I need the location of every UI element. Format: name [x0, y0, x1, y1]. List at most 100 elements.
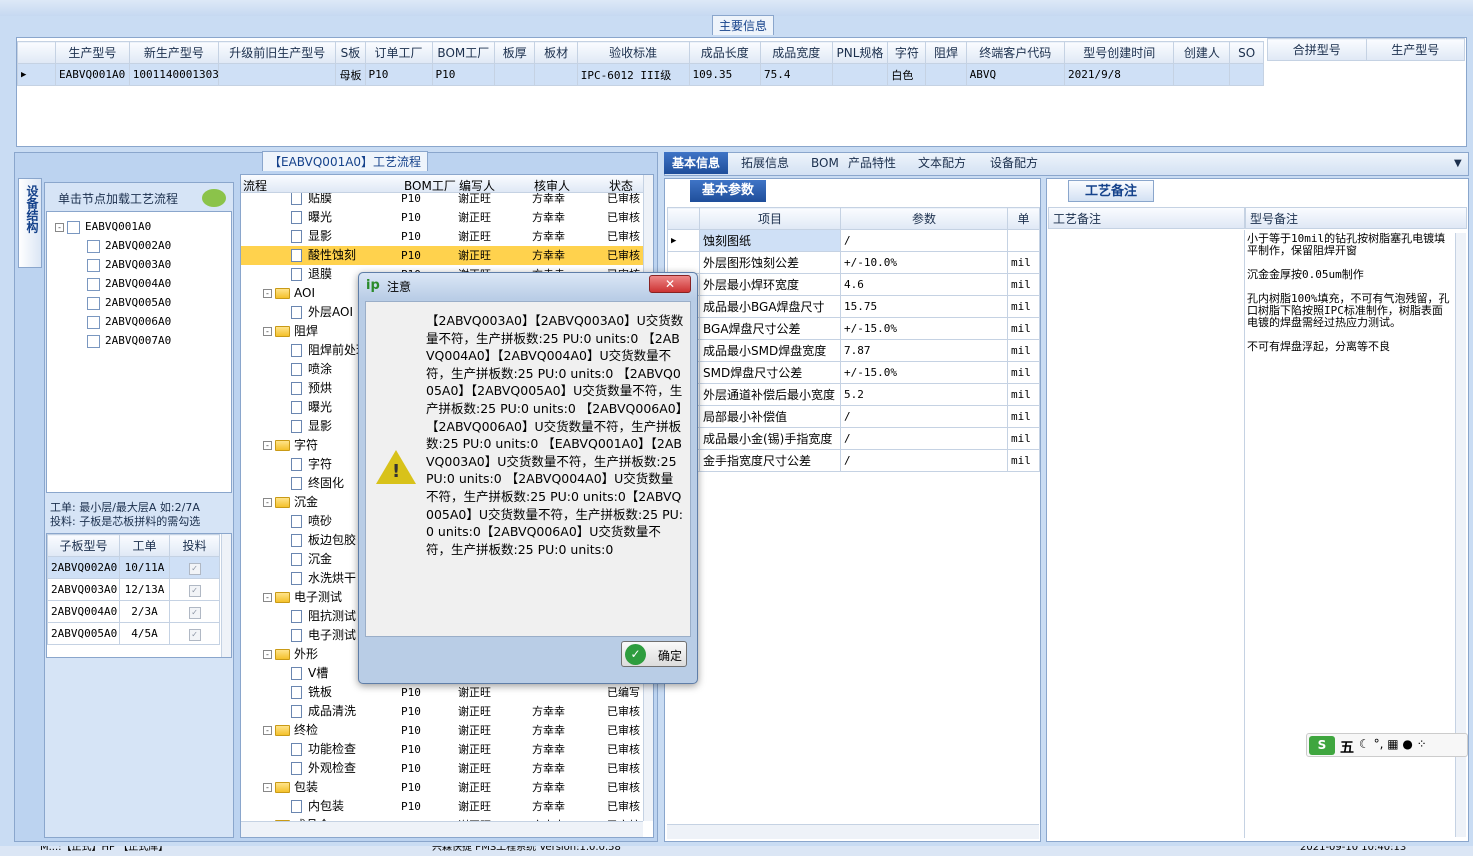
collapse-toggle-icon[interactable]: -: [263, 327, 272, 336]
sub-row[interactable]: 2ABVQ004A0 2/3A ✓: [47, 600, 220, 623]
flow-node[interactable]: 曝光: [291, 398, 332, 417]
flow-row[interactable]: - 终检 P10 谢正旺 方幸幸 已审核: [241, 721, 643, 740]
feed-checkbox[interactable]: ✓: [188, 606, 201, 619]
main-cell[interactable]: 2021/9/8: [1063, 63, 1175, 86]
main-col-header[interactable]: 成品宽度: [760, 41, 833, 64]
main-cell[interactable]: 109.35: [688, 63, 762, 86]
sub-feed-cell[interactable]: ✓: [169, 600, 220, 623]
tree-child-node[interactable]: 2ABVQ002A0: [87, 239, 171, 253]
flow-node[interactable]: 退膜: [291, 265, 332, 284]
feed-checkbox[interactable]: ✓: [188, 562, 201, 575]
flow-node[interactable]: - 沉金: [263, 493, 318, 512]
flow-row[interactable]: 显影 P10 谢正旺 方幸幸 已审核: [241, 227, 643, 246]
flow-node[interactable]: 功能检查: [291, 740, 356, 759]
tree-root[interactable]: - EABVQ001A0: [55, 220, 151, 234]
param-col-header[interactable]: 单: [1007, 207, 1040, 230]
flow-row[interactable]: 酸性蚀刻 P10 谢正旺 方幸幸 已审核: [241, 246, 643, 265]
collapse-toggle-icon[interactable]: -: [263, 441, 272, 450]
flow-node[interactable]: 阻焊前处理: [291, 341, 368, 360]
main-cell[interactable]: EABVQ001A0: [54, 63, 130, 86]
collapse-toggle-icon[interactable]: -: [263, 783, 272, 792]
collapse-toggle-icon[interactable]: -: [263, 289, 272, 298]
sub-feed-cell[interactable]: ✓: [169, 578, 220, 601]
flow-node[interactable]: 电子测试: [291, 626, 356, 645]
tab-1[interactable]: 拓展信息: [733, 152, 797, 174]
main-col-header[interactable]: 型号创建时间: [1063, 41, 1175, 64]
side-tab-structure[interactable]: 设备结构: [18, 178, 42, 268]
main-cell[interactable]: 75.4: [760, 63, 833, 86]
flow-node[interactable]: 水洗烘干: [291, 569, 356, 588]
tab-dropdown-icon[interactable]: ▼: [1454, 158, 1462, 169]
ok-button[interactable]: ✓ 确定: [621, 641, 687, 667]
main-cell[interactable]: 白色: [887, 63, 927, 86]
flow-row[interactable]: 曝光 P10 谢正旺 方幸幸 已审核: [241, 208, 643, 227]
flow-row[interactable]: - 包装 P10 谢正旺 方幸幸 已审核: [241, 778, 643, 797]
param-value[interactable]: +/-10.0%: [840, 251, 1008, 274]
param-row[interactable]: 外层图形蚀刻公差 +/-10.0% mil: [667, 251, 1040, 274]
param-row[interactable]: BGA焊盘尺寸公差 +/-15.0% mil: [667, 317, 1040, 340]
tree-child-node[interactable]: 2ABVQ007A0: [87, 334, 171, 348]
main-col-header[interactable]: S板: [335, 41, 366, 64]
sub-order[interactable]: 4/5A: [119, 622, 170, 645]
flow-node[interactable]: - 电子测试: [263, 588, 342, 607]
param-value[interactable]: /: [840, 427, 1008, 450]
tree-child-node[interactable]: 2ABVQ006A0: [87, 315, 171, 329]
main-cell[interactable]: [218, 63, 337, 86]
tab-3[interactable]: 产品特性: [840, 152, 904, 174]
param-value[interactable]: 4.6: [840, 273, 1008, 296]
flow-node[interactable]: 喷涂: [291, 360, 332, 379]
param-row[interactable]: 金手指宽度尺寸公差 / mil: [667, 449, 1040, 472]
main-col-header[interactable]: 板厚: [494, 41, 536, 64]
collapse-toggle-icon[interactable]: -: [263, 726, 272, 735]
feed-checkbox[interactable]: ✓: [188, 584, 201, 597]
main-cell[interactable]: [1229, 63, 1264, 86]
flow-row[interactable]: 成品清洗 P10 谢正旺 方幸幸 已审核: [241, 702, 643, 721]
main-col-header[interactable]: 订单工厂: [364, 41, 433, 64]
tree-child-node[interactable]: 2ABVQ004A0: [87, 277, 171, 291]
row-indicator[interactable]: ▶: [17, 63, 56, 86]
param-value[interactable]: +/-15.0%: [840, 317, 1008, 340]
main-cell[interactable]: ABVQ: [965, 63, 1065, 86]
param-row[interactable]: 外层通道补偿后最小宽度 5.2 mil: [667, 383, 1040, 406]
flow-node[interactable]: - 外形: [263, 645, 318, 664]
main-col-header[interactable]: BOM工厂: [431, 41, 496, 64]
main-cell[interactable]: IPC-6012 III级: [576, 63, 690, 86]
flow-node[interactable]: - 阻焊: [263, 322, 318, 341]
main-col-header[interactable]: 字符: [887, 41, 927, 64]
collapse-toggle-icon[interactable]: -: [263, 498, 272, 507]
param-row[interactable]: ▶ 蚀刻图纸 /: [667, 229, 1040, 252]
param-row[interactable]: 成品最小金(锡)手指宽度 / mil: [667, 427, 1040, 450]
flow-node[interactable]: - AOI: [263, 284, 315, 303]
flow-node[interactable]: - 字符: [263, 436, 318, 455]
main-col-header[interactable]: 验收标准: [576, 41, 690, 64]
flow-node[interactable]: 外层AOI: [291, 303, 353, 322]
flow-row[interactable]: 外观检查 P10 谢正旺 方幸幸 已审核: [241, 759, 643, 778]
main-cell[interactable]: [534, 63, 578, 86]
param-row[interactable]: SMD焊盘尺寸公差 +/-15.0% mil: [667, 361, 1040, 384]
basic-params-tab[interactable]: 基本参数: [690, 180, 767, 202]
sub-feed-cell[interactable]: ✓: [169, 556, 220, 579]
param-col-header[interactable]: 项目: [699, 207, 841, 230]
flow-row[interactable]: 功能检查 P10 谢正旺 方幸幸 已审核: [241, 740, 643, 759]
main-cell[interactable]: [494, 63, 536, 86]
ime-tools-icon[interactable]: ☾ °, ▦ ● ⁘: [1359, 737, 1427, 751]
flow-node[interactable]: 外观检查: [291, 759, 356, 778]
param-value[interactable]: /: [840, 229, 1008, 252]
flow-row[interactable]: 铣板 P10 谢正旺 已编写: [241, 683, 643, 702]
main-cell[interactable]: 10011400013036: [128, 63, 220, 86]
sub-order[interactable]: 2/3A: [119, 600, 170, 623]
sub-col-header[interactable]: 工单: [119, 534, 170, 557]
param-value[interactable]: 15.75: [840, 295, 1008, 318]
param-value[interactable]: /: [840, 405, 1008, 428]
flow-node[interactable]: 显影: [291, 417, 332, 436]
main-col-header[interactable]: SO: [1229, 41, 1264, 64]
flow-row[interactable]: 内包装 P10 谢正旺 方幸幸 已审核: [241, 797, 643, 816]
sub-col-header[interactable]: 子板型号: [47, 534, 120, 557]
flow-hscrollbar[interactable]: [241, 821, 643, 837]
main-cell[interactable]: [925, 63, 967, 86]
main-col-header[interactable]: 终端客户代码: [965, 41, 1065, 64]
flow-node[interactable]: 阻抗测试: [291, 607, 356, 626]
sub-row[interactable]: 2ABVQ003A0 12/13A ✓: [47, 578, 220, 601]
flow-node[interactable]: - 终检: [263, 721, 318, 740]
tree-child-node[interactable]: 2ABVQ003A0: [87, 258, 171, 272]
